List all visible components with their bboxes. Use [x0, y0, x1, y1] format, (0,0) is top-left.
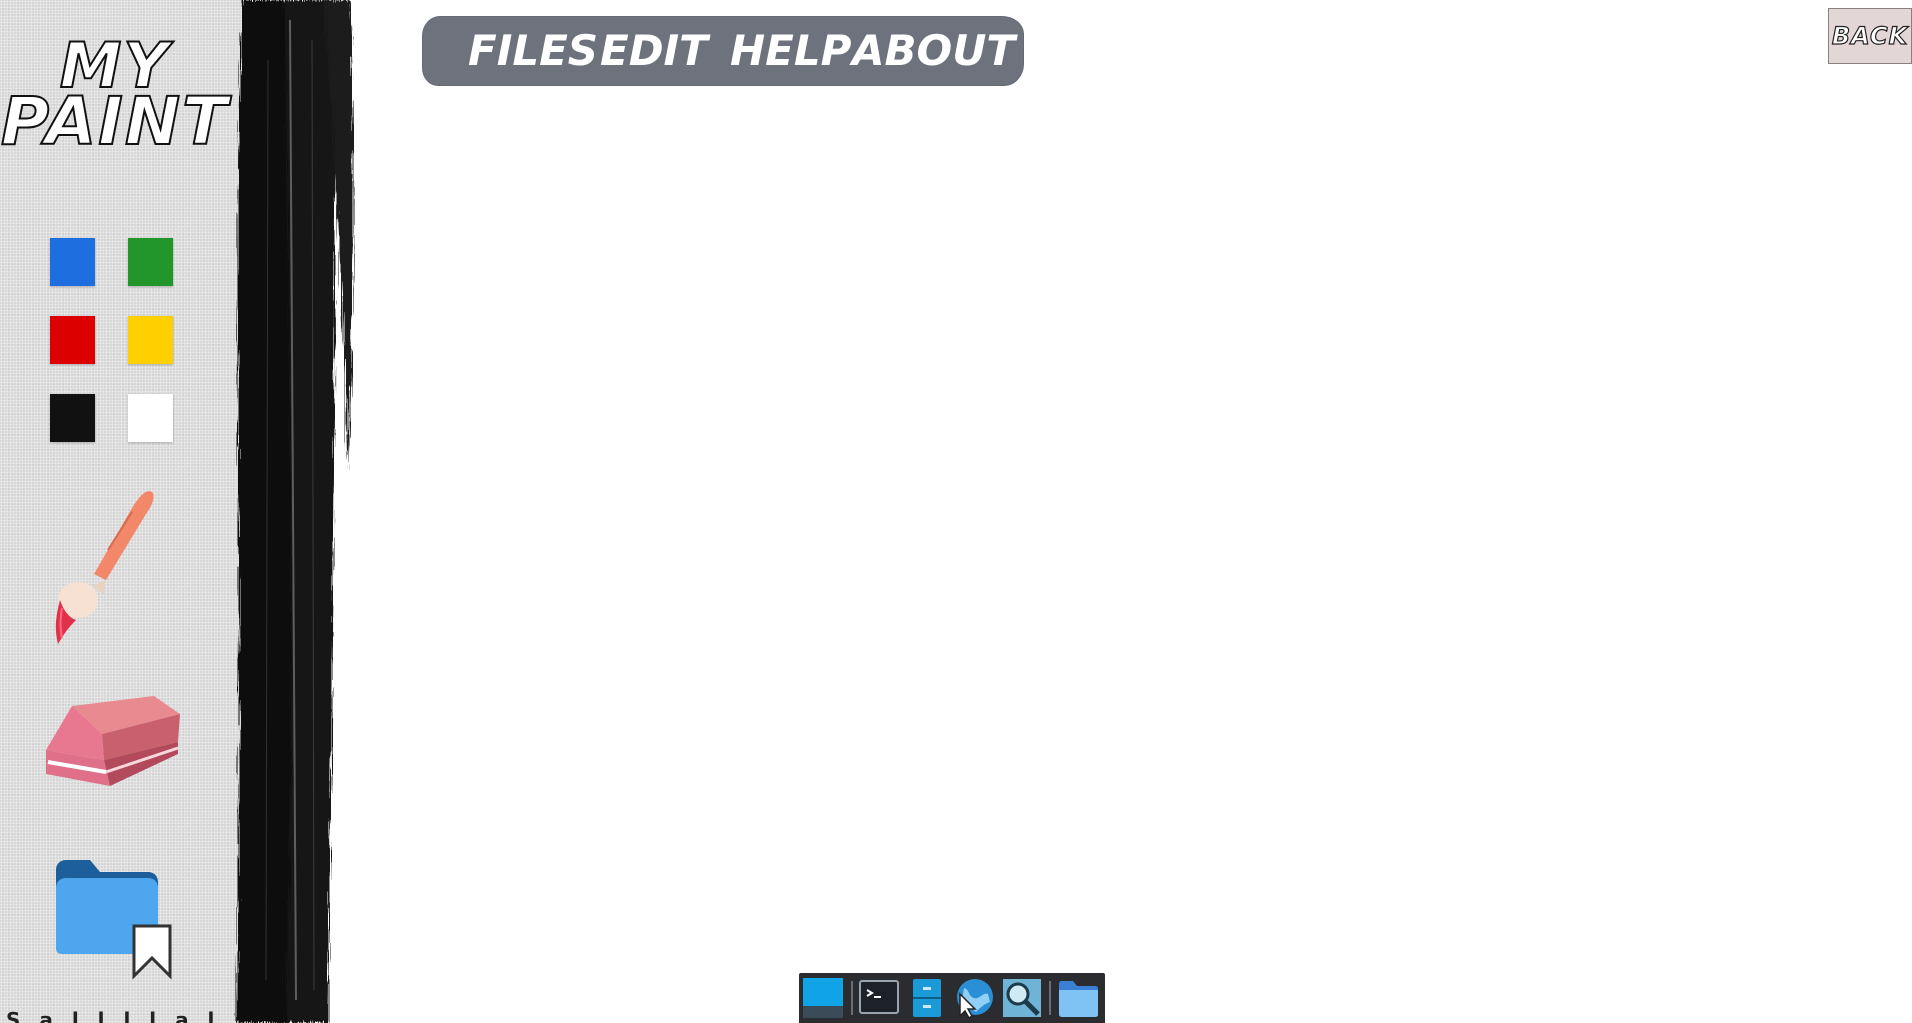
color-swatch-red[interactable] [50, 316, 95, 364]
menu-about[interactable]: ABOUT [852, 26, 1015, 76]
system-taskbar [799, 973, 1105, 1023]
app-title-line2: PAINT [0, 83, 230, 160]
folder-tool[interactable] [52, 858, 176, 980]
file-manager-icon[interactable] [1057, 978, 1098, 1018]
color-swatch-white[interactable] [128, 394, 173, 442]
file-cabinet-icon[interactable] [907, 978, 947, 1018]
tool-sidebar: MY PAINT S a l l l l a l [0, 0, 250, 1023]
app-logo: MY PAINT [0, 34, 230, 160]
color-swatch-blue[interactable] [50, 238, 95, 286]
menu-files[interactable]: FILES [468, 26, 598, 76]
taskbar-separator [851, 981, 853, 1015]
top-menu-bar: FILES EDIT HELP ABOUT [422, 16, 1024, 86]
eraser-icon [46, 696, 180, 786]
color-swatch-black[interactable] [50, 394, 95, 442]
bookmarked-folder-icon [56, 860, 172, 980]
eraser-tool[interactable] [42, 692, 182, 804]
partial-bottom-label: S a l l l l a l [6, 1008, 221, 1023]
menu-edit[interactable]: EDIT [600, 26, 708, 76]
back-button[interactable]: BACK [1828, 8, 1912, 64]
brush-tool[interactable] [48, 488, 158, 648]
paint-brush-icon [55, 491, 154, 644]
menu-help[interactable]: HELP [730, 26, 851, 76]
brush-stroke-divider [236, 0, 354, 1023]
color-swatch-green[interactable] [128, 238, 173, 286]
web-browser-icon[interactable] [954, 978, 994, 1020]
paint-app-window: MY PAINT S a l l l l a l FILES EDIT HELP… [0, 0, 1912, 1023]
drawing-canvas[interactable] [390, 100, 1890, 960]
color-swatch-yellow[interactable] [128, 316, 173, 364]
taskbar-separator [1049, 981, 1051, 1015]
search-icon[interactable] [1002, 978, 1042, 1018]
terminal-icon[interactable] [859, 978, 899, 1018]
show-desktop-icon[interactable] [803, 978, 843, 1018]
